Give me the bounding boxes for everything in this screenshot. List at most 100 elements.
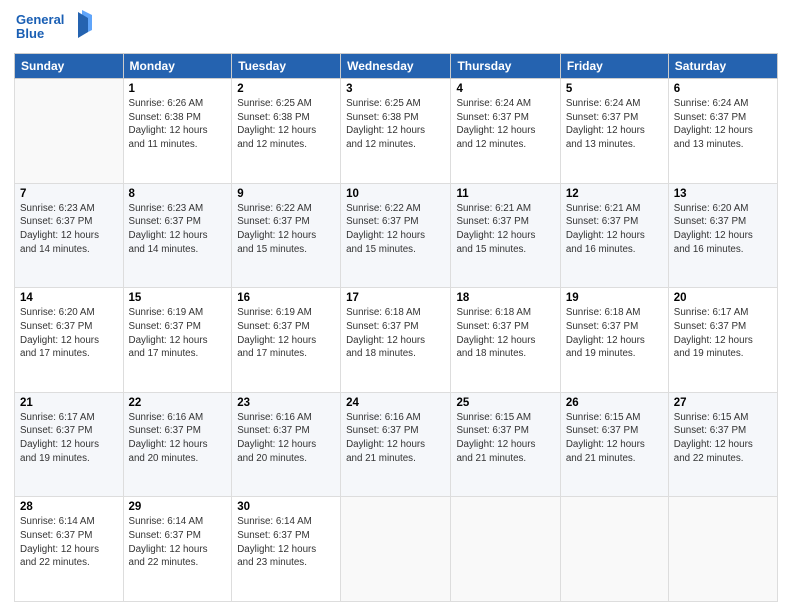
day-number: 30 (237, 501, 335, 513)
day-cell: 16 Sunrise: 6:19 AMSunset: 6:37 PMDayligh… (232, 288, 341, 393)
day-number: 13 (674, 188, 772, 200)
day-cell: 17 Sunrise: 6:18 AMSunset: 6:37 PMDayligh… (341, 288, 451, 393)
day-info: Sunrise: 6:21 AMSunset: 6:37 PMDaylight:… (566, 202, 663, 257)
day-info: Sunrise: 6:20 AMSunset: 6:37 PMDaylight:… (674, 202, 772, 257)
day-cell: 6 Sunrise: 6:24 AMSunset: 6:37 PMDaylight… (668, 79, 777, 184)
weekday-header-tuesday: Tuesday (232, 54, 341, 79)
weekday-header-monday: Monday (123, 54, 232, 79)
day-number: 12 (566, 188, 663, 200)
day-info: Sunrise: 6:22 AMSunset: 6:37 PMDaylight:… (237, 202, 335, 257)
day-cell: 7 Sunrise: 6:23 AMSunset: 6:37 PMDaylight… (15, 183, 124, 288)
day-info: Sunrise: 6:18 AMSunset: 6:37 PMDaylight:… (346, 306, 445, 361)
day-info: Sunrise: 6:14 AMSunset: 6:37 PMDaylight:… (20, 515, 118, 570)
day-cell: 19 Sunrise: 6:18 AMSunset: 6:37 PMDayligh… (560, 288, 668, 393)
day-info: Sunrise: 6:24 AMSunset: 6:37 PMDaylight:… (456, 97, 554, 152)
day-number: 20 (674, 292, 772, 304)
day-info: Sunrise: 6:15 AMSunset: 6:37 PMDaylight:… (456, 411, 554, 466)
week-row-2: 7 Sunrise: 6:23 AMSunset: 6:37 PMDaylight… (15, 183, 778, 288)
weekday-header-sunday: Sunday (15, 54, 124, 79)
day-cell (15, 79, 124, 184)
day-info: Sunrise: 6:16 AMSunset: 6:37 PMDaylight:… (346, 411, 445, 466)
day-cell: 29 Sunrise: 6:14 AMSunset: 6:37 PMDayligh… (123, 497, 232, 602)
week-row-5: 28 Sunrise: 6:14 AMSunset: 6:37 PMDayligh… (15, 497, 778, 602)
day-info: Sunrise: 6:20 AMSunset: 6:37 PMDaylight:… (20, 306, 118, 361)
day-number: 4 (456, 83, 554, 95)
week-row-4: 21 Sunrise: 6:17 AMSunset: 6:37 PMDayligh… (15, 392, 778, 497)
day-cell: 15 Sunrise: 6:19 AMSunset: 6:37 PMDayligh… (123, 288, 232, 393)
day-cell (668, 497, 777, 602)
day-number: 21 (20, 397, 118, 409)
day-info: Sunrise: 6:18 AMSunset: 6:37 PMDaylight:… (566, 306, 663, 361)
day-number: 23 (237, 397, 335, 409)
week-row-1: 1 Sunrise: 6:26 AMSunset: 6:38 PMDaylight… (15, 79, 778, 184)
day-number: 9 (237, 188, 335, 200)
day-info: Sunrise: 6:25 AMSunset: 6:38 PMDaylight:… (237, 97, 335, 152)
svg-text:General: General (16, 12, 64, 27)
day-info: Sunrise: 6:17 AMSunset: 6:37 PMDaylight:… (674, 306, 772, 361)
day-info: Sunrise: 6:18 AMSunset: 6:37 PMDaylight:… (456, 306, 554, 361)
day-cell: 4 Sunrise: 6:24 AMSunset: 6:37 PMDaylight… (451, 79, 560, 184)
weekday-header-row: SundayMondayTuesdayWednesdayThursdayFrid… (15, 54, 778, 79)
day-info: Sunrise: 6:17 AMSunset: 6:37 PMDaylight:… (20, 411, 118, 466)
day-info: Sunrise: 6:14 AMSunset: 6:37 PMDaylight:… (129, 515, 227, 570)
day-info: Sunrise: 6:24 AMSunset: 6:37 PMDaylight:… (566, 97, 663, 152)
day-cell: 18Sunrise: 6:18 AMSunset: 6:37 PMDayligh… (451, 288, 560, 393)
weekday-header-thursday: Thursday (451, 54, 560, 79)
day-info: Sunrise: 6:22 AMSunset: 6:37 PMDaylight:… (346, 202, 445, 257)
day-cell: 8 Sunrise: 6:23 AMSunset: 6:37 PMDaylight… (123, 183, 232, 288)
day-info: Sunrise: 6:25 AMSunset: 6:38 PMDaylight:… (346, 97, 445, 152)
day-cell (341, 497, 451, 602)
day-info: Sunrise: 6:24 AMSunset: 6:37 PMDaylight:… (674, 97, 772, 152)
day-number: 6 (674, 83, 772, 95)
day-cell: 25Sunrise: 6:15 AMSunset: 6:37 PMDayligh… (451, 392, 560, 497)
day-number: 26 (566, 397, 663, 409)
logo: GeneralBlue (14, 10, 96, 45)
day-info: Sunrise: 6:16 AMSunset: 6:37 PMDaylight:… (237, 411, 335, 466)
day-number: 28 (20, 501, 118, 513)
day-cell: 26 Sunrise: 6:15 AMSunset: 6:37 PMDayligh… (560, 392, 668, 497)
day-number: 29 (129, 501, 227, 513)
day-info: Sunrise: 6:26 AMSunset: 6:38 PMDaylight:… (129, 97, 227, 152)
day-number: 24 (346, 397, 445, 409)
day-info: Sunrise: 6:23 AMSunset: 6:37 PMDaylight:… (129, 202, 227, 257)
day-info: Sunrise: 6:19 AMSunset: 6:37 PMDaylight:… (237, 306, 335, 361)
day-info: Sunrise: 6:23 AMSunset: 6:37 PMDaylight:… (20, 202, 118, 257)
weekday-header-wednesday: Wednesday (341, 54, 451, 79)
day-info: Sunrise: 6:16 AMSunset: 6:37 PMDaylight:… (129, 411, 227, 466)
svg-text:Blue: Blue (16, 26, 44, 41)
day-number: 16 (237, 292, 335, 304)
week-row-3: 14Sunrise: 6:20 AMSunset: 6:37 PMDayligh… (15, 288, 778, 393)
day-number: 7 (20, 188, 118, 200)
day-info: Sunrise: 6:14 AMSunset: 6:37 PMDaylight:… (237, 515, 335, 570)
day-cell: 2 Sunrise: 6:25 AMSunset: 6:38 PMDaylight… (232, 79, 341, 184)
day-number: 8 (129, 188, 227, 200)
day-cell: 30 Sunrise: 6:14 AMSunset: 6:37 PMDayligh… (232, 497, 341, 602)
day-cell (560, 497, 668, 602)
day-info: Sunrise: 6:19 AMSunset: 6:37 PMDaylight:… (129, 306, 227, 361)
calendar-table: SundayMondayTuesdayWednesdayThursdayFrid… (14, 53, 778, 602)
day-cell: 12 Sunrise: 6:21 AMSunset: 6:37 PMDayligh… (560, 183, 668, 288)
day-info: Sunrise: 6:15 AMSunset: 6:37 PMDaylight:… (566, 411, 663, 466)
day-number: 22 (129, 397, 227, 409)
day-number: 2 (237, 83, 335, 95)
day-number: 19 (566, 292, 663, 304)
day-cell: 11 Sunrise: 6:21 AMSunset: 6:37 PMDayligh… (451, 183, 560, 288)
day-cell: 21 Sunrise: 6:17 AMSunset: 6:37 PMDayligh… (15, 392, 124, 497)
day-number: 17 (346, 292, 445, 304)
day-cell: 9 Sunrise: 6:22 AMSunset: 6:37 PMDaylight… (232, 183, 341, 288)
day-cell: 28 Sunrise: 6:14 AMSunset: 6:37 PMDayligh… (15, 497, 124, 602)
day-number: 1 (129, 83, 227, 95)
day-number: 15 (129, 292, 227, 304)
day-cell: 10Sunrise: 6:22 AMSunset: 6:37 PMDayligh… (341, 183, 451, 288)
weekday-header-friday: Friday (560, 54, 668, 79)
weekday-header-saturday: Saturday (668, 54, 777, 79)
day-cell: 20 Sunrise: 6:17 AMSunset: 6:37 PMDayligh… (668, 288, 777, 393)
day-info: Sunrise: 6:21 AMSunset: 6:37 PMDaylight:… (456, 202, 554, 257)
day-number: 11 (456, 188, 554, 200)
day-cell: 22 Sunrise: 6:16 AMSunset: 6:37 PMDayligh… (123, 392, 232, 497)
header: GeneralBlue (14, 10, 778, 45)
day-cell: 1 Sunrise: 6:26 AMSunset: 6:38 PMDaylight… (123, 79, 232, 184)
day-cell (451, 497, 560, 602)
day-number: 27 (674, 397, 772, 409)
day-cell: 3Sunrise: 6:25 AMSunset: 6:38 PMDaylight… (341, 79, 451, 184)
